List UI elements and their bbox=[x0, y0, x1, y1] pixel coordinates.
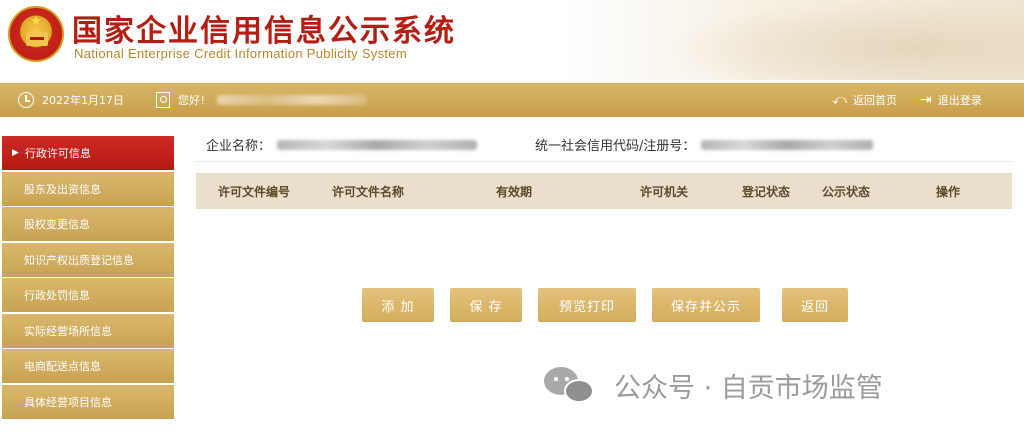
save-publish-button[interactable]: 保存并公示 bbox=[652, 288, 760, 322]
preview-print-button[interactable]: 预览打印 bbox=[538, 288, 636, 322]
wechat-icon bbox=[544, 363, 600, 407]
site-subtitle: National Enterprise Credit Information P… bbox=[74, 46, 407, 61]
sidebar-item-business-premises[interactable]: 实际经营场所信息 bbox=[2, 313, 174, 348]
sidebar-item-admin-license[interactable]: ▶ 行政许可信息 bbox=[2, 136, 174, 170]
column-header: 登记状态 bbox=[742, 184, 791, 199]
site-title: 国家企业信用信息公示系统 bbox=[72, 14, 456, 49]
column-header: 有效期 bbox=[496, 184, 533, 199]
date-text: 2022年1月17日 bbox=[42, 94, 124, 107]
add-button[interactable]: 添 加 bbox=[362, 288, 434, 322]
sidebar-item-ecommerce-delivery[interactable]: 电商配送点信息 bbox=[2, 349, 174, 383]
sidebar-menu: ▶ 行政许可信息 股东及出资信息 股权变更信息 知识产权出质登记信息 行政处罚信… bbox=[2, 136, 174, 420]
column-header: 操作 bbox=[936, 184, 961, 199]
home-link[interactable]: ⤺ 返回首页 bbox=[832, 83, 897, 117]
sidebar-item-admin-penalty[interactable]: 行政处罚信息 bbox=[2, 278, 174, 312]
action-buttons: 添 加 保 存 预览打印 保存并公示 返回 bbox=[196, 288, 1012, 322]
site-header: ★ 国家企业信用信息公示系统 National Enterprise Credi… bbox=[0, 0, 1024, 80]
company-info-row: 企业名称： 统一社会信用代码/注册号： bbox=[196, 128, 1012, 162]
main-panel: 企业名称： 统一社会信用代码/注册号： 许可文件编号 许可文件名称 有效期 许可… bbox=[196, 128, 1012, 322]
credit-code-redacted bbox=[701, 139, 874, 150]
user-icon bbox=[156, 92, 170, 108]
back-button[interactable]: 返回 bbox=[782, 288, 848, 322]
national-emblem-icon: ★ bbox=[8, 6, 64, 62]
greeting-text: 您好！ bbox=[178, 94, 211, 107]
column-header: 许可文件名称 bbox=[332, 184, 405, 199]
sidebar-item-label: 具体经营项目信息 bbox=[24, 395, 112, 409]
sidebar-item-label: 行政处罚信息 bbox=[24, 289, 90, 302]
user-name-redacted bbox=[217, 95, 367, 105]
sidebar-item-label: 电商配送点信息 bbox=[24, 360, 101, 373]
logout-icon: ⇥ bbox=[920, 92, 932, 108]
wechat-watermark: 公众号 · 自贡市场监管 bbox=[544, 360, 883, 410]
sidebar-item-label: 实际经营场所信息 bbox=[24, 324, 112, 338]
company-name-label: 企业名称： bbox=[206, 139, 272, 154]
company-name-redacted bbox=[277, 139, 478, 150]
column-header: 许可机关 bbox=[640, 184, 689, 199]
user-greeting: 您好！ bbox=[156, 83, 367, 117]
save-button[interactable]: 保 存 bbox=[450, 288, 522, 322]
watermark-text: 公众号 · 自贡市场监管 bbox=[614, 372, 883, 404]
sidebar-item-ip-pledge[interactable]: 知识产权出质登记信息 bbox=[2, 242, 174, 277]
caret-right-icon: ▶ bbox=[12, 148, 19, 158]
home-link-label: 返回首页 bbox=[852, 94, 897, 107]
column-header: 许可文件编号 bbox=[218, 184, 291, 199]
landscape-decoration bbox=[664, 0, 1024, 80]
credit-code-label: 统一社会信用代码/注册号： bbox=[535, 139, 696, 154]
sidebar-item-equity-change[interactable]: 股权变更信息 bbox=[2, 207, 174, 241]
sidebar-item-label: 股东及出资信息 bbox=[24, 182, 101, 196]
column-header: 公示状态 bbox=[822, 184, 871, 199]
sidebar-item-business-items[interactable]: 具体经营项目信息 bbox=[2, 384, 174, 419]
sidebar-item-label: 知识产权出质登记信息 bbox=[24, 253, 134, 267]
back-icon: ⤺ bbox=[832, 92, 847, 108]
date-display: 2022年1月17日 bbox=[18, 83, 124, 117]
top-bar: 2022年1月17日 您好！ ⤺ 返回首页 ⇥ 退出登录 bbox=[0, 83, 1024, 117]
clock-icon bbox=[18, 92, 34, 108]
license-table-header: 许可文件编号 许可文件名称 有效期 许可机关 登记状态 公示状态 操作 bbox=[196, 173, 1012, 209]
logout-link-label: 退出登录 bbox=[937, 94, 982, 107]
sidebar-item-label: 行政许可信息 bbox=[24, 147, 91, 160]
logout-link[interactable]: ⇥ 退出登录 bbox=[920, 83, 982, 117]
sidebar-item-label: 股权变更信息 bbox=[24, 218, 90, 231]
sidebar-item-shareholders[interactable]: 股东及出资信息 bbox=[2, 171, 174, 206]
